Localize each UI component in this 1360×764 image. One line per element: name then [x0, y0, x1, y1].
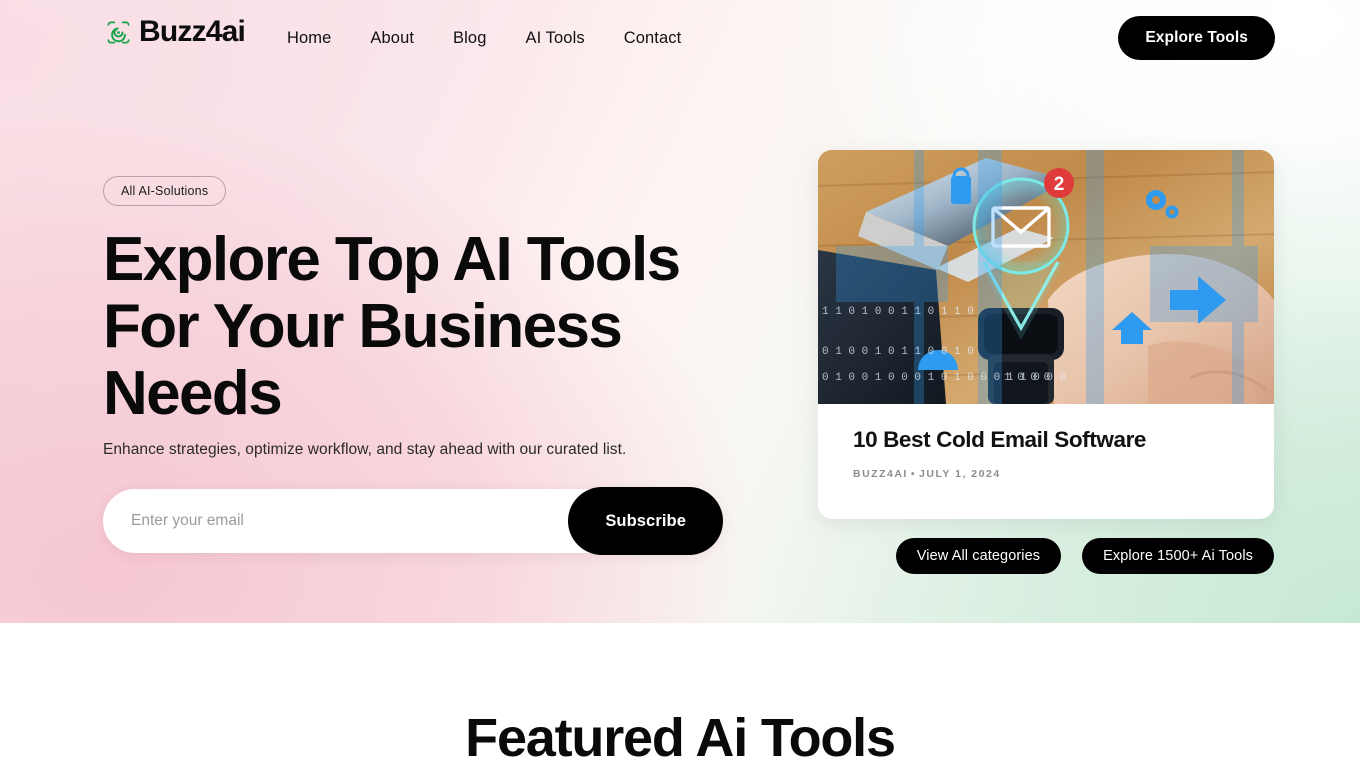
nav-item-contact[interactable]: Contact [624, 27, 682, 49]
view-all-categories-button[interactable]: View All categories [895, 538, 1062, 574]
hero-content: All AI-Solutions Explore Top AI Tools Fo… [103, 176, 743, 555]
nav-item-home[interactable]: Home [287, 27, 331, 49]
brand-name: Buzz4ai [139, 15, 246, 48]
meta-separator: • [910, 468, 917, 480]
blog-card-date: JULY 1, 2024 [919, 468, 1001, 480]
featured-tools-section: Featured Ai Tools [0, 623, 1360, 764]
nav-item-about[interactable]: About [370, 27, 414, 49]
site-header: Buzz4ai Home About Blog AI Tools Contact… [0, 0, 1360, 76]
hero-action-buttons: View All categories Explore 1500+ Ai Too… [818, 538, 1274, 574]
primary-navigation: Home About Blog AI Tools Contact [287, 27, 681, 49]
blog-card-author: BUZZ4AI [853, 468, 908, 480]
spiral-logo-icon [105, 19, 132, 46]
brand-logo-link[interactable]: Buzz4ai [105, 15, 246, 48]
all-ai-solutions-badge[interactable]: All AI-Solutions [103, 176, 227, 206]
featured-blog-card[interactable]: 2 1 1 0 1 0 0 1 1 0 1 1 0 0 1 0 0 1 0 1 … [818, 150, 1274, 519]
page-root: Buzz4ai Home About Blog AI Tools Contact… [0, 0, 1360, 764]
subscribe-form: Subscribe [103, 487, 723, 555]
nav-item-blog[interactable]: Blog [453, 27, 486, 49]
blog-card-image: 2 1 1 0 1 0 0 1 1 0 1 1 0 0 1 0 0 1 0 1 … [818, 150, 1274, 404]
svg-text:1 1 0 1 0 0 1 1 0 1 1 0: 1 1 0 1 0 0 1 1 0 1 1 0 [822, 306, 974, 318]
svg-text:2: 2 [1054, 174, 1065, 195]
blog-card-title: 10 Best Cold Email Software [853, 427, 1147, 452]
svg-text:1 0 0 0: 1 0 0 0 [1004, 372, 1050, 384]
hero-headline: Explore Top AI Tools For Your Business N… [103, 225, 681, 428]
blog-card-body: 10 Best Cold Email Software BUZZ4AI • JULY… [818, 404, 1274, 480]
featured-section-title: Featured Ai Tools [465, 708, 896, 764]
subscribe-button[interactable]: Subscribe [568, 487, 723, 555]
explore-1500-ai-tools-button[interactable]: Explore 1500+ Ai Tools [1082, 538, 1274, 574]
nav-item-ai-tools[interactable]: AI Tools [525, 27, 584, 49]
blog-card-meta: BUZZ4AI • JULY 1, 2024 [853, 468, 1239, 480]
hero-subheadline: Enhance strategies, optimize workflow, a… [103, 441, 627, 458]
svg-text:0 1 0 0 1 0 1 1 0 0 1 0: 0 1 0 0 1 0 1 1 0 0 1 0 [822, 346, 974, 358]
explore-tools-button[interactable]: Explore Tools [1118, 16, 1275, 60]
